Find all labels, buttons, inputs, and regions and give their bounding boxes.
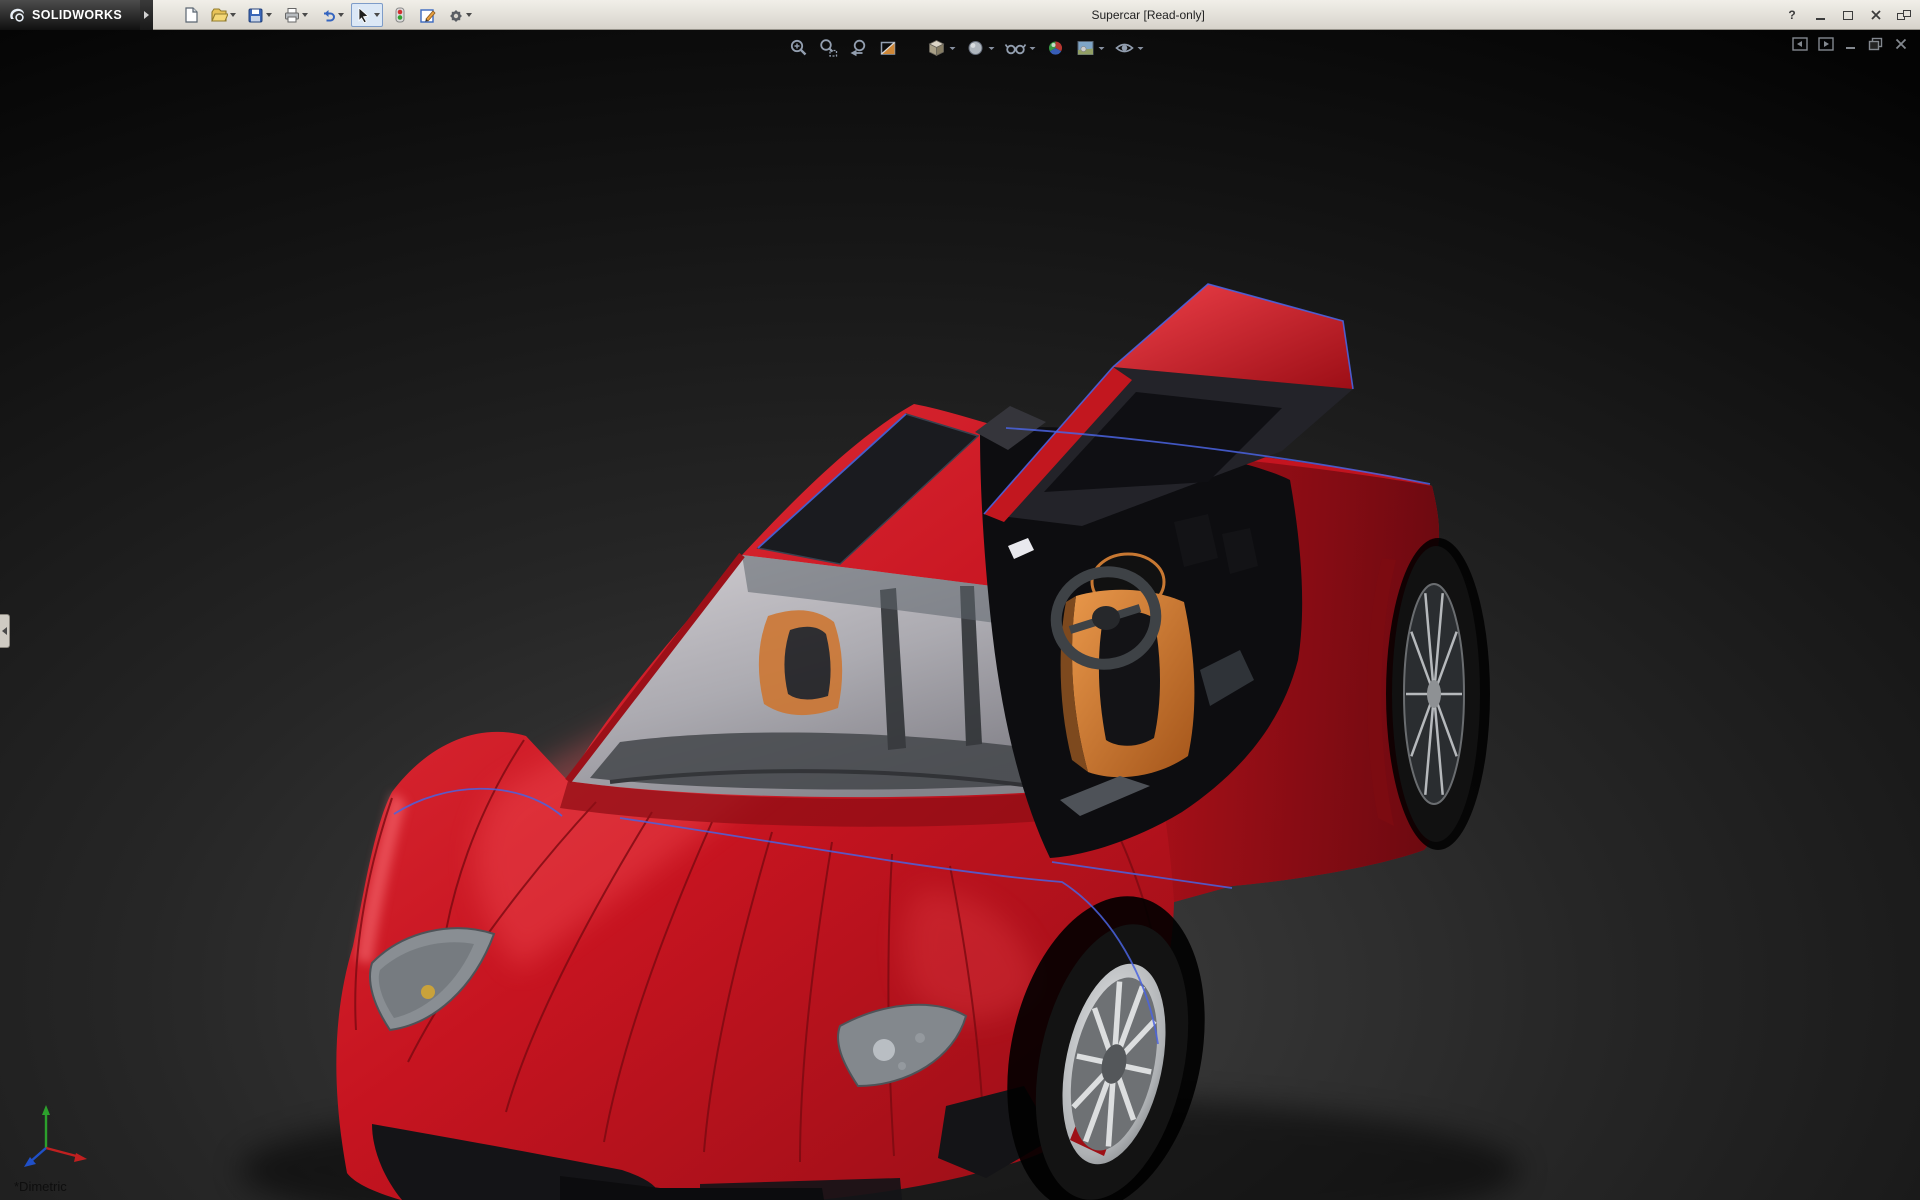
print-dropdown-caret[interactable] — [302, 12, 308, 17]
sketch-button[interactable] — [415, 3, 439, 27]
view-orientation-button[interactable] — [925, 36, 956, 60]
help-button[interactable]: ? — [1784, 6, 1800, 24]
select-button[interactable] — [351, 2, 383, 27]
undo-dropdown-caret[interactable] — [338, 12, 344, 17]
glasses-icon — [1004, 44, 1026, 55]
3d-model-view[interactable] — [0, 30, 1920, 1200]
titlebar: SOLIDWORKS Supercar [Read-only] ? — [0, 0, 1920, 30]
close-document-button[interactable] — [1894, 37, 1908, 56]
section-view-button[interactable] — [877, 36, 899, 60]
previous-view-icon — [850, 39, 865, 57]
close-button[interactable] — [1868, 6, 1884, 24]
steering-hub — [1092, 606, 1120, 630]
previous-window-button[interactable] — [1792, 37, 1808, 56]
zoom-to-fit-button[interactable] — [787, 36, 809, 60]
options-button[interactable] — [443, 3, 475, 27]
apply-scene-button[interactable] — [1074, 36, 1105, 60]
previous-view-button[interactable] — [847, 36, 869, 60]
solidworks-window: SOLIDWORKS Supercar [Read-only] ? *Dimet… — [0, 0, 1920, 1200]
toggle-panels-button[interactable] — [1896, 6, 1912, 24]
zoom-to-area-button[interactable] — [817, 36, 839, 60]
view-orientation-label: *Dimetric — [14, 1179, 67, 1194]
heads-up-view-toolbar — [787, 36, 1144, 60]
standard-toolbar — [179, 2, 475, 27]
appearance-ball-icon — [1048, 41, 1062, 55]
options-dropdown-caret[interactable] — [466, 12, 472, 17]
view-orientation-caret[interactable] — [949, 46, 956, 50]
document-title: Supercar [Read-only] — [1091, 8, 1205, 22]
view-settings-caret[interactable] — [1137, 46, 1144, 50]
save-button[interactable] — [243, 3, 275, 27]
select-dropdown-caret[interactable] — [374, 12, 380, 17]
graphics-area[interactable]: *Dimetric — [0, 30, 1920, 1200]
open-dropdown-caret[interactable] — [230, 12, 236, 17]
solidworks-logo: SOLIDWORKS — [0, 0, 140, 30]
hide-show-items-button[interactable] — [1003, 36, 1036, 60]
print-icon — [285, 7, 299, 22]
display-style-icon — [968, 41, 983, 55]
next-window-icon — [1818, 37, 1834, 51]
display-style-caret[interactable] — [988, 46, 995, 50]
view-settings-icon — [1115, 43, 1134, 53]
zoom-to-fit-icon — [790, 39, 807, 56]
print-button[interactable] — [279, 3, 311, 27]
app-name: SOLIDWORKS — [32, 7, 123, 22]
restore-document-button[interactable] — [1868, 37, 1884, 56]
undo-arrow-icon — [324, 9, 335, 21]
document-window-controls — [1792, 37, 1908, 56]
zoom-to-area-icon — [820, 39, 837, 57]
turn-signal — [421, 985, 435, 999]
save-dropdown-caret[interactable] — [266, 12, 272, 17]
dassault-3ds-icon — [10, 8, 24, 22]
rebuild-button[interactable] — [387, 3, 411, 27]
hide-show-caret[interactable] — [1029, 46, 1036, 50]
options-gear-icon — [450, 9, 462, 22]
select-cursor-icon — [358, 6, 369, 23]
menu-expand-arrow[interactable] — [140, 0, 153, 30]
next-window-button[interactable] — [1818, 37, 1834, 56]
edit-appearance-button[interactable] — [1044, 36, 1066, 60]
minimize-document-button[interactable] — [1844, 37, 1858, 56]
minimize-button[interactable] — [1812, 6, 1828, 24]
close-document-icon — [1895, 38, 1907, 50]
minimize-document-icon — [1846, 47, 1855, 49]
display-style-button[interactable] — [964, 36, 995, 60]
rear-hub-cap — [1427, 680, 1441, 708]
view-cube-icon — [928, 40, 945, 57]
undo-button[interactable] — [315, 3, 347, 27]
scene-icon — [1077, 41, 1094, 55]
maximize-button[interactable] — [1840, 6, 1856, 24]
double-window-icon — [1897, 10, 1911, 20]
window-controls: ? — [1784, 0, 1912, 30]
orientation-triad — [24, 1105, 87, 1167]
close-icon — [1871, 10, 1881, 20]
view-settings-button[interactable] — [1113, 36, 1144, 60]
open-button[interactable] — [207, 3, 239, 27]
open-folder-icon — [211, 7, 228, 22]
previous-window-icon — [1792, 37, 1808, 51]
new-document-icon — [185, 6, 198, 23]
apply-scene-caret[interactable] — [1098, 46, 1105, 50]
feature-manager-collapse-tab[interactable] — [0, 614, 10, 648]
new-document-button[interactable] — [179, 3, 203, 27]
restore-document-icon — [1868, 37, 1883, 51]
section-view-icon — [880, 41, 895, 55]
save-floppy-icon — [248, 8, 263, 22]
sketch-pencil-icon — [420, 8, 436, 23]
triad-x-axis — [45, 1146, 81, 1159]
rebuild-stoplight-icon — [395, 7, 405, 22]
